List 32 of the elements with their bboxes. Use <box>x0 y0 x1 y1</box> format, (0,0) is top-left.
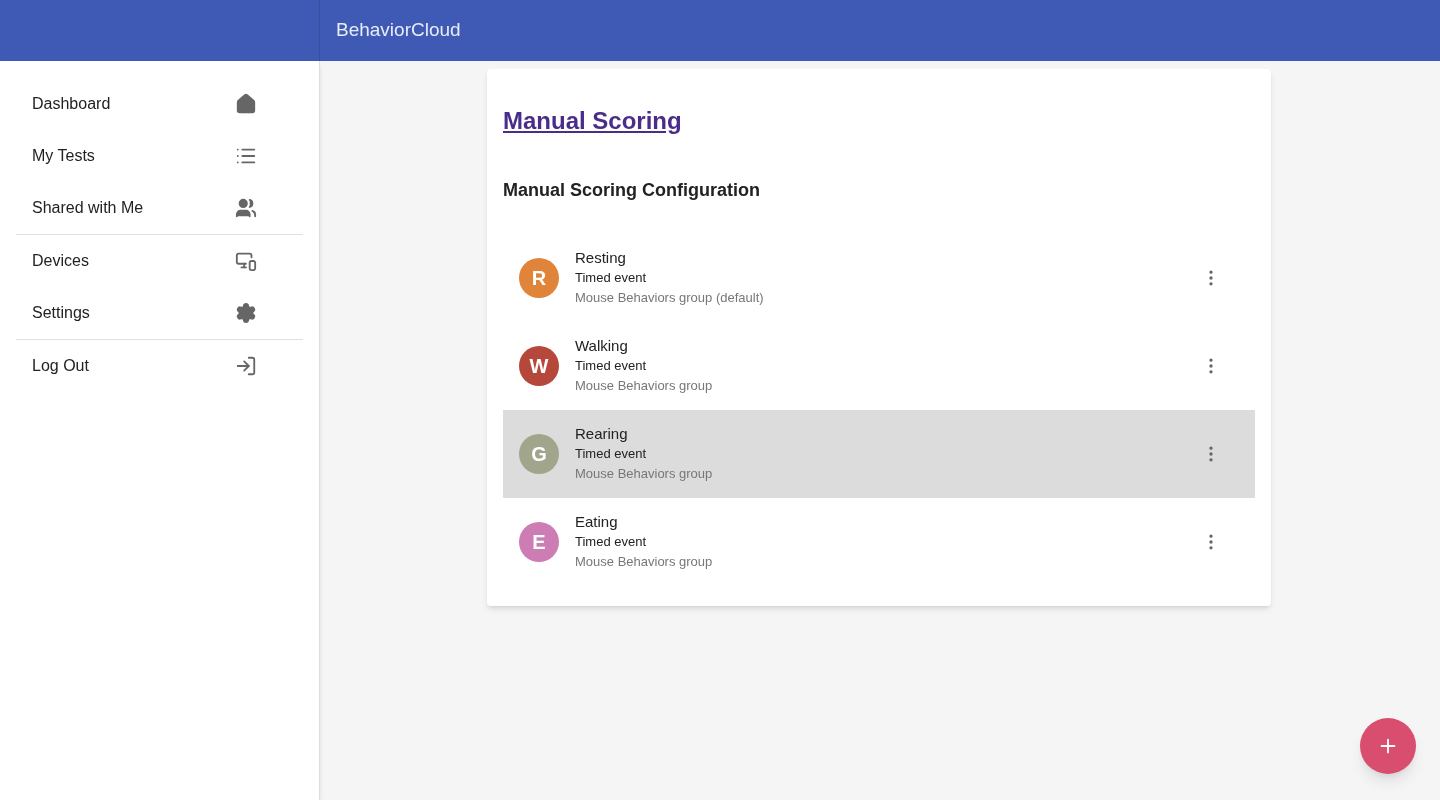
page-title-link[interactable]: Manual Scoring <box>503 107 682 134</box>
group-name: Mouse Behaviors group (default) <box>575 289 765 307</box>
list-item[interactable]: G Rearing Timed event Mouse Behaviors group <box>503 410 1255 498</box>
behavior-name: Eating <box>575 512 619 532</box>
event-type: Timed event <box>575 533 648 551</box>
behavior-name: Resting <box>575 248 627 268</box>
exit-icon <box>235 355 257 377</box>
avatar: W <box>519 346 559 386</box>
add-button[interactable] <box>1360 718 1416 774</box>
group-name: Mouse Behaviors group <box>575 553 714 571</box>
avatar: R <box>519 258 559 298</box>
behavior-name: Rearing <box>575 424 629 444</box>
avatar: G <box>519 434 559 474</box>
nav-item[interactable]: Devices <box>16 235 303 287</box>
event-type: Timed event <box>575 269 648 287</box>
event-type: Timed event <box>575 357 648 375</box>
app-title: BehaviorCloud <box>335 18 461 43</box>
group-name: Mouse Behaviors group <box>575 377 714 395</box>
nav-item[interactable]: Shared with Me <box>16 182 303 234</box>
avatar: E <box>519 522 559 562</box>
section-heading: Manual Scoring Configuration <box>503 179 761 202</box>
nav-item[interactable]: Log Out <box>16 340 303 392</box>
nav-item[interactable]: Settings <box>16 287 303 339</box>
people-icon <box>235 197 257 219</box>
behavior-name: Walking <box>575 336 629 356</box>
event-type: Timed event <box>575 445 648 463</box>
nav-item[interactable]: Dashboard <box>16 78 303 130</box>
nav-item[interactable]: My Tests <box>16 130 303 182</box>
settings-icon <box>235 302 257 324</box>
home-icon <box>235 93 257 115</box>
devices-icon <box>235 250 257 272</box>
group-name: Mouse Behaviors group <box>575 465 714 483</box>
